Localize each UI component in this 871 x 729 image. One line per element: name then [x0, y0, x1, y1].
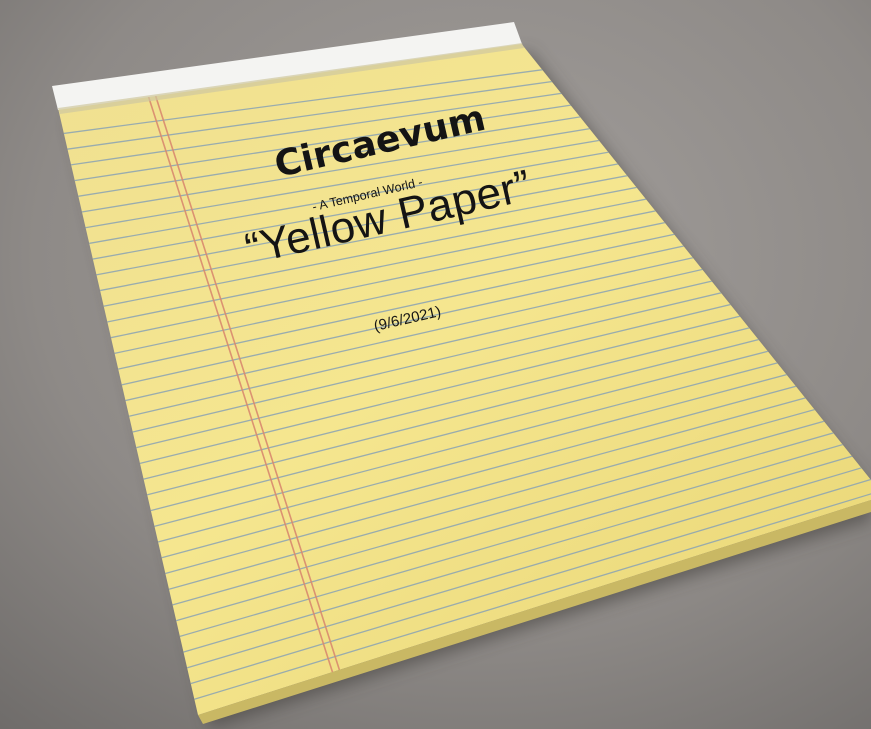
- photo-scene: Circaevum - A Temporal World - “Yellow P…: [0, 0, 871, 729]
- desk-and-pad: [0, 0, 871, 729]
